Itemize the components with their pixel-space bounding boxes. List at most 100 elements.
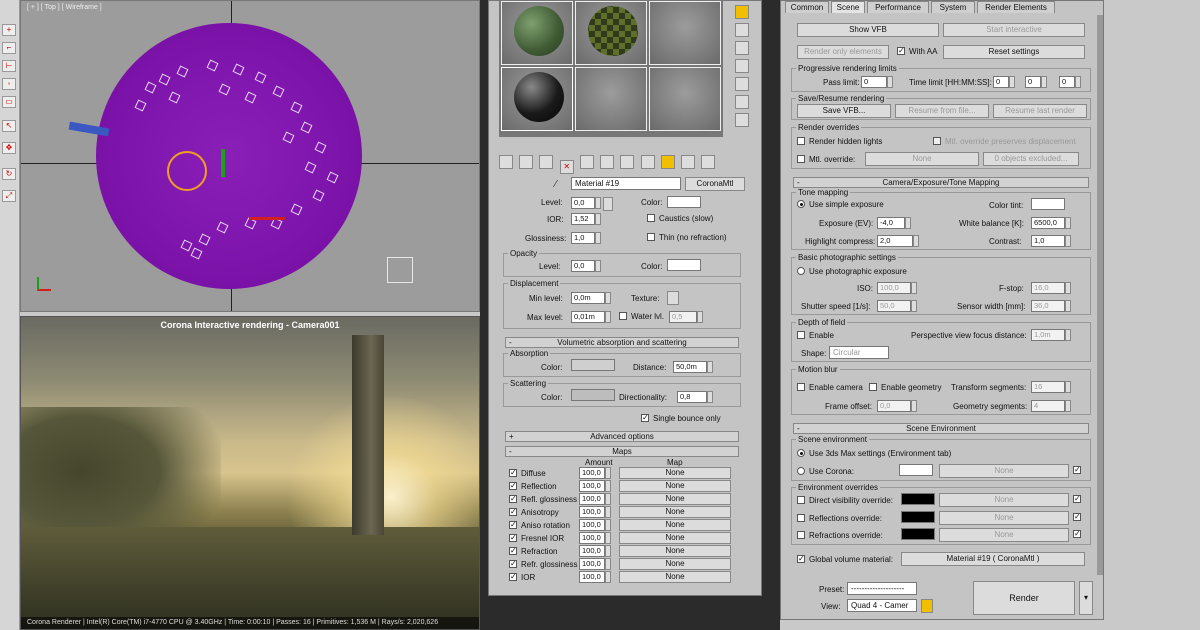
show-end-result-icon[interactable] [660,155,675,169]
get-material-icon[interactable] [499,155,513,169]
show-map-icon[interactable] [640,155,655,169]
focus-distance-input[interactable]: 1,0m [1031,329,1065,341]
map-slot-button[interactable]: None [619,532,731,544]
displacement-min-input[interactable]: 0,0m [571,292,605,304]
absorption-distance-input[interactable]: 50,0m [673,361,707,373]
white-balance-spinner[interactable] [1065,217,1071,229]
map-amount-input[interactable]: 100,0 [579,571,605,583]
displacement-max-spinner[interactable] [605,311,611,323]
render-setup-scrollbar[interactable] [1097,15,1103,575]
material-slot[interactable] [649,67,721,131]
reflections-override-map-checkbox[interactable] [1073,512,1081,521]
material-slot[interactable] [575,67,647,131]
make-preview-icon[interactable] [735,95,749,109]
background-icon[interactable] [735,41,749,55]
map-enabled-checkbox[interactable] [509,481,517,490]
fstop-input[interactable]: 16,0 [1031,282,1065,294]
color-tint-swatch[interactable] [1031,198,1065,210]
map-amount-spinner[interactable] [605,506,611,518]
refraction-glossiness-spinner[interactable] [595,232,601,244]
refraction-level-spinner[interactable] [595,197,601,209]
map-amount-spinner[interactable] [605,467,611,479]
direct-visibility-checkbox[interactable] [797,496,805,504]
iso-spinner[interactable] [911,282,917,294]
material-type-button[interactable]: CoronaMtl [685,177,745,191]
map-enabled-checkbox[interactable] [509,533,517,542]
time-limit-hours-spinner[interactable] [1009,76,1015,88]
map-enabled-checkbox[interactable] [509,494,517,503]
display-tool-icon[interactable]: ▭ [2,96,16,108]
map-amount-spinner[interactable] [605,493,611,505]
copy-material-icon[interactable] [579,155,594,169]
photographic-exposure-radio[interactable] [797,267,805,275]
map-enabled-checkbox[interactable] [509,546,517,555]
render-only-elements-button[interactable]: Render only elements [797,45,889,59]
exposure-spinner[interactable] [905,217,911,229]
transform-segments-input[interactable]: 16 [1031,381,1065,393]
water-level-input[interactable]: 0,5 [669,311,697,323]
maps-rollout[interactable]: - Maps [505,446,739,457]
thin-checkbox[interactable] [647,233,655,241]
tab-render-elements[interactable]: Render Elements [977,1,1055,13]
render-button[interactable]: Render [973,581,1075,615]
gizmo-y-axis[interactable] [221,149,225,177]
direct-visibility-map-button[interactable]: None [939,493,1069,507]
simple-exposure-radio[interactable] [797,200,805,208]
refraction-level-input[interactable]: 0,0 [571,197,595,209]
displacement-min-spinner[interactable] [605,292,611,304]
move-tool-icon[interactable]: ✥ [2,142,16,154]
mtl-override-checkbox[interactable] [797,155,805,163]
map-enabled-checkbox[interactable] [509,559,517,568]
map-enabled-checkbox[interactable] [509,572,517,581]
map-amount-input[interactable]: 100,0 [579,480,605,492]
map-slot-button[interactable]: None [619,467,731,479]
opacity-color-swatch[interactable] [667,259,701,271]
eyedropper-icon[interactable]: ⁄ [555,179,565,191]
map-amount-input[interactable]: 100,0 [579,558,605,570]
frame-offset-input[interactable]: 0,0 [877,400,911,412]
go-forward-icon[interactable] [701,155,716,169]
start-interactive-button[interactable]: Start interactive [943,23,1085,37]
select-tool-icon[interactable]: ↖ [2,120,16,132]
map-amount-input[interactable]: 100,0 [579,545,605,557]
displacement-max-input[interactable]: 0,01m [571,311,605,323]
tab-system[interactable]: System [931,1,975,13]
map-slot-button[interactable]: None [619,493,731,505]
map-amount-input[interactable]: 100,0 [579,532,605,544]
map-amount-spinner[interactable] [605,532,611,544]
refractions-override-map-checkbox[interactable] [1073,529,1081,538]
uv-tiling-icon[interactable] [735,59,749,73]
corona-env-color-swatch[interactable] [899,464,933,476]
ior-spinner[interactable] [595,213,601,225]
map-slot-button[interactable]: None [619,558,731,570]
material-name-field[interactable]: Material #19 [571,177,681,190]
material-slot-active[interactable] [501,67,573,131]
scale-tool-icon[interactable]: ⤢ [2,190,16,202]
scattering-color-swatch[interactable] [571,389,615,401]
map-amount-spinner[interactable] [605,480,611,492]
options-icon[interactable] [735,113,749,127]
render-dropdown-icon[interactable]: ▾ [1079,581,1093,615]
displacement-texture-button[interactable] [667,291,679,305]
tab-performance[interactable]: Performance [867,1,929,13]
map-amount-spinner[interactable] [605,545,611,557]
refraction-level-map-button[interactable] [603,197,613,211]
top-viewport[interactable]: [ + ] [ Top ] [ Wireframe ] [20,0,480,312]
frame-offset-spinner[interactable] [911,400,917,412]
map-amount-input[interactable]: 100,0 [579,506,605,518]
material-id-icon[interactable] [620,155,635,169]
geometry-segments-spinner[interactable] [1065,400,1071,412]
ior-input[interactable]: 1,52 [571,213,595,225]
refractions-override-swatch[interactable] [901,528,935,540]
map-slot-button[interactable]: None [619,480,731,492]
contrast-spinner[interactable] [1065,235,1071,247]
video-check-icon[interactable] [735,77,749,91]
dof-enable-checkbox[interactable] [797,331,805,339]
map-enabled-checkbox[interactable] [509,520,517,529]
hierarchy-tool-icon[interactable]: ⊢ [2,60,16,72]
map-amount-spinner[interactable] [605,571,611,583]
time-limit-minutes-spinner[interactable] [1041,76,1047,88]
material-slot[interactable] [649,1,721,65]
volumetric-rollout[interactable]: - Volumetric absorption and scattering [505,337,739,348]
focus-distance-spinner[interactable] [1065,329,1071,341]
